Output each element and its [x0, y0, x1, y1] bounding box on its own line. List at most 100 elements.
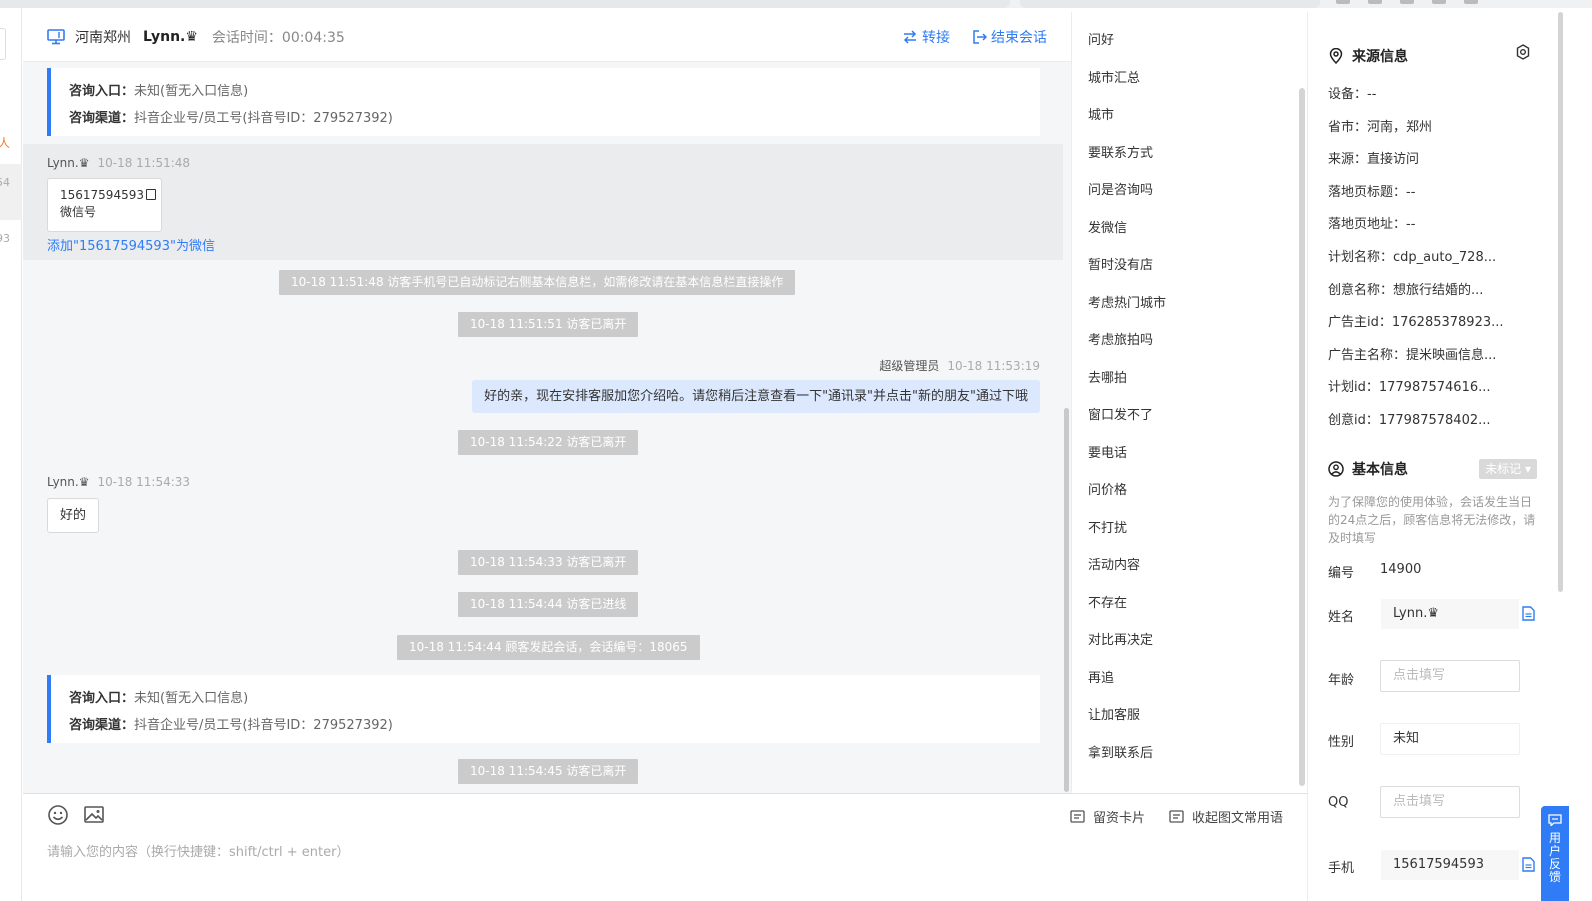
transfer-button[interactable]: 转接: [902, 27, 950, 47]
copy-icon[interactable]: [145, 189, 156, 200]
user-feedback-label: 用户反馈: [1548, 831, 1561, 884]
mark-tag-dropdown[interactable]: 未标记 ▾: [1479, 459, 1537, 479]
chat-message-area[interactable]: 咨询入口：未知(暂无入口信息) 咨询渠道：抖音企业号/员工号(抖音号ID：279…: [23, 62, 1063, 793]
transfer-label: 转接: [922, 30, 950, 46]
source-info-item: 计划名称：cdp_auto_728...: [1328, 250, 1497, 265]
source-info-item: 省市：河南，郑州: [1328, 119, 1433, 135]
system-message: 10-18 11:51:48 访客手机号已自动标记右侧基本信息栏，如需修改请在基…: [279, 270, 796, 295]
entry-value: 未知(暂无入口信息): [134, 84, 249, 99]
system-message: 10-18 11:54:44 访客已进线: [458, 592, 639, 617]
qq-input[interactable]: 点击填写: [1380, 786, 1520, 818]
quick-phrase-item[interactable]: 让加客服: [1088, 697, 1166, 735]
image-icon[interactable]: [83, 804, 105, 826]
chat-bubble-icon: [1548, 814, 1562, 826]
quick-phrase-item[interactable]: 问好: [1088, 22, 1166, 60]
quick-phrase-item[interactable]: 去哪拍: [1088, 360, 1166, 398]
selected-conversation[interactable]: [0, 164, 22, 220]
info-panel-scrollbar-thumb[interactable]: [1558, 12, 1563, 592]
phrases-scrollbar[interactable]: [1299, 88, 1305, 786]
quick-phrase-item[interactable]: 拿到联系后: [1088, 735, 1166, 773]
list-icon: [1169, 810, 1184, 823]
lead-card-button[interactable]: 留资卡片: [1070, 807, 1145, 826]
channel-label: 咨询渠道：: [69, 718, 135, 733]
quick-phrases-list: 问好 城市汇总 城市 要联系方式 问是咨询吗 发微信 暂时没有店 考虑热门城市 考虑旅拍吗 去哪拍…: [1088, 22, 1166, 772]
user-feedback-button[interactable]: 用户反馈: [1541, 806, 1569, 901]
copy-icon[interactable]: [1522, 606, 1535, 621]
quick-phrase-item[interactable]: 不存在: [1088, 585, 1166, 623]
info-panel-scrollbar[interactable]: [1557, 12, 1565, 592]
basic-info-title: 基本信息: [1352, 462, 1408, 478]
entry-label: 咨询入口：: [69, 691, 135, 706]
message-sender: Lynn.♛ 10-18 11:54:33: [47, 475, 190, 489]
gender-select[interactable]: 未知: [1380, 723, 1520, 755]
quick-phrase-item[interactable]: 发微信: [1088, 210, 1166, 248]
list-partial-number: 93: [0, 232, 10, 245]
source-info-item: 广告主id：176285378923...: [1328, 315, 1504, 331]
phone-field[interactable]: 15617594593: [1380, 849, 1520, 881]
source-info-item: 来源：直接访问: [1328, 152, 1420, 168]
quick-phrase-item[interactable]: 问是咨询吗: [1088, 172, 1166, 210]
message-input-area: 留资卡片 收起图文常用语 请输入您的内容（换行快捷键：shift/ctrl + …: [23, 793, 1307, 901]
id-label: 编号: [1328, 566, 1355, 581]
quick-phrase-item[interactable]: 城市汇总: [1088, 60, 1166, 98]
quick-phrase-item[interactable]: 考虑热门城市: [1088, 285, 1166, 323]
add-wechat-link[interactable]: 添加"15617594593"为微信: [47, 235, 215, 254]
quick-phrase-item[interactable]: 考虑旅拍吗: [1088, 322, 1166, 360]
list-partial-text: 人: [0, 136, 11, 150]
conversation-list-edge: 人 54 93: [0, 8, 22, 901]
quick-phrase-item[interactable]: 活动内容: [1088, 547, 1166, 585]
system-message: 10-18 11:54:33 访客已离开: [458, 550, 639, 575]
quick-phrase-item[interactable]: 窗口发不了: [1088, 397, 1166, 435]
user-circle-icon: [1328, 461, 1344, 477]
name-field[interactable]: Lynn.♛: [1380, 598, 1520, 630]
settings-icon[interactable]: [1515, 44, 1531, 60]
visitor-message-bubble: 好的: [47, 498, 99, 533]
entry-value: 未知(暂无入口信息): [134, 691, 249, 706]
quick-phrase-item[interactable]: 暂时没有店: [1088, 247, 1166, 285]
qq-label: QQ: [1328, 795, 1349, 810]
source-info-item: 计划id：177987574616...: [1328, 380, 1491, 396]
chat-scrollbar-thumb[interactable]: [1064, 408, 1069, 792]
entry-info-card: 咨询入口：未知(暂无入口信息) 咨询渠道：抖音企业号/员工号(抖音号ID：279…: [47, 675, 1040, 743]
message-time: 10-18 11:54:33: [97, 475, 191, 489]
end-session-button[interactable]: 结束会话: [972, 27, 1047, 47]
entry-info-card: 咨询入口：未知(暂无入口信息) 咨询渠道：抖音企业号/员工号(抖音号ID：279…: [47, 68, 1040, 136]
session-time: 会话时间：00:04:35: [211, 29, 345, 46]
name-label: 姓名: [1328, 610, 1355, 625]
visitor-name: Lynn.♛: [143, 28, 198, 45]
collapse-phrases-button[interactable]: 收起图文常用语: [1169, 807, 1283, 826]
entry-label: 咨询入口：: [69, 84, 135, 99]
quick-phrase-item[interactable]: 再追: [1088, 660, 1166, 698]
edit-notice: 为了保障您的使用体验，会话发生当日的24点之后，顾客信息将无法修改，请及时填写: [1328, 495, 1536, 545]
quick-phrase-item[interactable]: 问价格: [1088, 472, 1166, 510]
chat-scrollbar[interactable]: [1063, 62, 1071, 793]
source-info-title: 来源信息: [1352, 49, 1408, 65]
source-info-item: 设备：--: [1328, 87, 1377, 102]
source-info-item: 创意名称：想旅行结婚的...: [1328, 282, 1484, 298]
emoji-icon[interactable]: [47, 804, 69, 826]
quick-phrase-item[interactable]: 要联系方式: [1088, 135, 1166, 173]
mark-tag-label: 未标记: [1485, 462, 1522, 476]
agent-sender: 超级管理员 10-18 11:53:19: [879, 357, 1040, 374]
quick-phrase-item[interactable]: 对比再决定: [1088, 622, 1166, 660]
channel-label: 咨询渠道：: [69, 111, 135, 126]
source-info-item: 广告主名称：提米映画信息...: [1328, 347, 1497, 363]
age-input[interactable]: 点击填写: [1380, 660, 1520, 692]
wechat-card[interactable]: 15617594593 微信号: [47, 178, 162, 232]
list-partial-number: 54: [0, 176, 10, 189]
agent-name: 超级管理员: [879, 359, 940, 373]
system-message: 10-18 11:54:44 顾客发起会话，会话编号：18065: [397, 635, 700, 660]
logout-icon: [973, 30, 987, 44]
quick-phrase-item[interactable]: 要电话: [1088, 435, 1166, 473]
agent-message-time: 10-18 11:53:19: [947, 359, 1040, 373]
agent-message-bubble: 好的亲，现在安排客服加您介绍哈。请您稍后注意查看一下"通讯录"并点击"新的朋友"…: [472, 380, 1040, 413]
copy-icon[interactable]: [1522, 857, 1535, 872]
list-search-box[interactable]: [0, 28, 6, 60]
quick-phrase-item[interactable]: 不打扰: [1088, 510, 1166, 548]
message-sender: Lynn.♛ 10-18 11:51:48: [47, 156, 190, 170]
quick-phrases-panel: 问好 城市汇总 城市 要联系方式 问是咨询吗 发微信 暂时没有店 考虑热门城市 考虑旅拍吗 去哪拍…: [1071, 12, 1307, 793]
tab-strip-edge: [1020, 0, 1320, 8]
quick-phrase-item[interactable]: 城市: [1088, 97, 1166, 135]
message-input[interactable]: 请输入您的内容（换行快捷键：shift/ctrl + enter）: [47, 841, 350, 860]
source-info-item: 落地页地址：--: [1328, 217, 1416, 233]
